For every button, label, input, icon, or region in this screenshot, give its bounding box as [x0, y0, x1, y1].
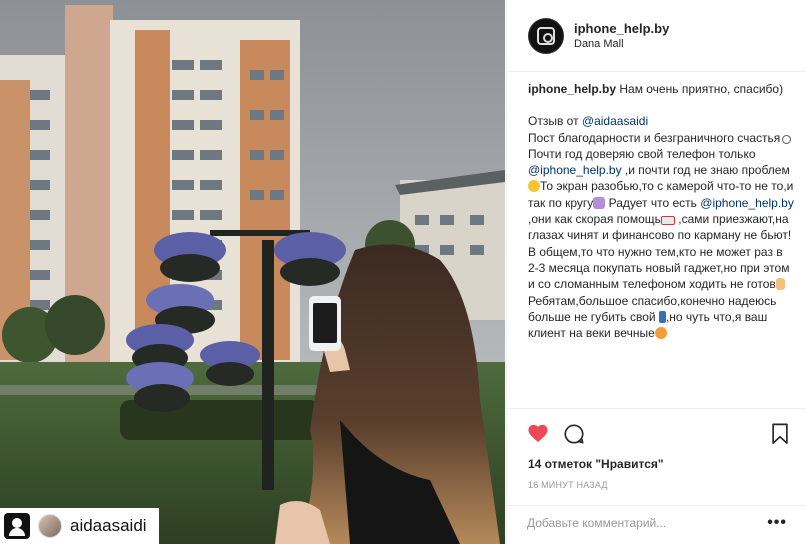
comment-bar: ••• [507, 505, 806, 539]
post-caption: iphone_help.by Нам очень приятно, спасиб… [528, 81, 796, 341]
comment-input[interactable] [527, 515, 768, 530]
author-username[interactable]: iphone_help.by [574, 21, 669, 36]
caption-intro-text: Нам очень приятно, спасибо) [616, 82, 784, 96]
caption-intro: iphone_help.by Нам очень приятно, спасиб… [528, 81, 796, 97]
review-seg4: Радует что есть [605, 195, 701, 210]
review-seg1: Почти год доверяю свой телефон только [528, 146, 756, 161]
repost-username[interactable]: aidaasaidi [70, 516, 147, 536]
review-mention-2[interactable]: @iphone_help.by [528, 163, 622, 177]
camera-logo-icon [537, 26, 555, 45]
cat-emoji-icon [654, 327, 667, 340]
caption-author[interactable]: iphone_help.by [528, 82, 616, 96]
review-seg5: ,они как скорая помощь [528, 212, 661, 227]
bookmark-icon[interactable] [771, 423, 789, 450]
post-photo[interactable]: aidaasaidi [0, 0, 505, 544]
comment-bubble-icon[interactable] [563, 423, 585, 450]
post-panel: iphone_help.by Dana Mall iphone_help.by … [506, 0, 806, 544]
post-header: iphone_help.by Dana Mall [507, 0, 806, 72]
phone-emoji-icon [658, 310, 666, 323]
author-avatar[interactable] [528, 17, 564, 54]
likes-count[interactable]: 14 отметок "Нравится" [528, 457, 664, 471]
post-actions: 14 отметок "Нравится" 16 МИНУТ НАЗАД ••• [507, 408, 806, 536]
review-mention[interactable]: @aidaasaidi [582, 114, 648, 128]
post-timestamp[interactable]: 16 МИНУТ НАЗАД [528, 480, 608, 490]
smiley-emoji-icon [528, 180, 540, 193]
post-location[interactable]: Dana Mall [574, 38, 669, 50]
ambulance-emoji-icon [660, 216, 675, 226]
hand-point-emoji-icon [775, 278, 785, 291]
repost-avatar [38, 514, 62, 538]
review-prefix: Отзыв от [528, 114, 582, 129]
review-seg2: ,и почти год не знаю проблем [621, 163, 790, 178]
caption-review: Отзыв от @aidaasaidi Пост благодарности … [528, 113, 796, 341]
more-options-icon[interactable]: ••• [767, 514, 787, 532]
photo-scene [0, 0, 505, 544]
review-mention-3[interactable]: @iphone_help.by [700, 196, 794, 210]
smile-emoji-icon [782, 134, 792, 144]
review-thanks: Пост благодарности и безграничного счаст… [528, 130, 781, 145]
woman-shrug-emoji-icon [593, 196, 606, 209]
repost-tag[interactable]: aidaasaidi [0, 508, 159, 544]
action-buttons [527, 423, 791, 449]
repost-user-icon [4, 513, 30, 539]
author-info: iphone_help.by Dana Mall [574, 21, 669, 50]
heart-icon[interactable] [527, 423, 549, 448]
